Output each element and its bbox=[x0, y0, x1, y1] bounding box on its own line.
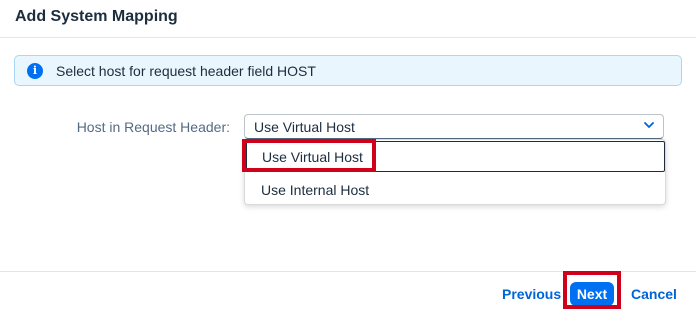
host-select[interactable]: Use Virtual Host bbox=[244, 114, 664, 139]
dialog-title: Add System Mapping bbox=[15, 8, 178, 25]
info-message-text: Select host for request header field HOS… bbox=[56, 63, 316, 79]
option-use-internal-host[interactable]: Use Internal Host bbox=[245, 173, 665, 205]
option-label: Use Virtual Host bbox=[262, 149, 363, 165]
info-icon: i bbox=[27, 63, 43, 79]
host-dropdown-list: Use Virtual Host Use Internal Host bbox=[244, 139, 666, 205]
option-label: Use Internal Host bbox=[261, 182, 370, 198]
previous-button[interactable]: Previous bbox=[502, 286, 561, 302]
host-in-request-header-label: Host in Request Header: bbox=[76, 119, 230, 135]
info-message-strip: i Select host for request header field H… bbox=[14, 55, 682, 86]
cancel-button[interactable]: Cancel bbox=[631, 286, 677, 302]
chevron-down-icon[interactable] bbox=[642, 118, 656, 132]
dialog-header: Add System Mapping bbox=[0, 0, 696, 38]
next-button[interactable]: Next bbox=[570, 282, 614, 306]
option-use-virtual-host[interactable]: Use Virtual Host bbox=[246, 141, 665, 172]
host-select-value: Use Virtual Host bbox=[254, 119, 355, 135]
add-system-mapping-dialog: Add System Mapping i Select host for req… bbox=[0, 0, 696, 310]
